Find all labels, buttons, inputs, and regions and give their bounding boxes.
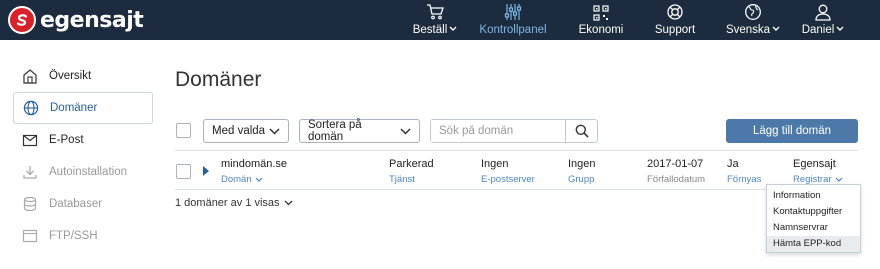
envelope-icon	[22, 134, 38, 147]
sidebar-item-oversikt[interactable]: Översikt	[13, 60, 153, 92]
menu-item-hamta-epp-kod[interactable]: Hämta EPP-kod	[767, 236, 860, 252]
domain-cell: mindomän.se Domän	[221, 158, 287, 185]
download-icon	[23, 166, 37, 179]
email-server-value: Ingen	[481, 158, 509, 170]
nav-ekonomi[interactable]: Ekonomi	[578, 0, 624, 40]
sidebar-item-label: E-Post	[49, 134, 84, 146]
sort-select[interactable]: Sortera på domän	[299, 119, 420, 143]
sidebar-item-label: Översikt	[49, 70, 92, 82]
sidebar-item-autoinstallation[interactable]: Autoinstallation	[13, 156, 153, 188]
nav-kontrollpanel[interactable]: Kontrollpanel	[478, 0, 548, 40]
result-count-label: 1 domäner av 1 visas	[175, 197, 280, 209]
lifebuoy-icon	[667, 4, 683, 20]
registrar-cell: Egensajt Registrar	[793, 158, 843, 185]
select-all-checkbox[interactable]	[176, 123, 191, 138]
logo-mark-icon	[8, 6, 36, 34]
sidebar-item-ftp-ssh[interactable]: FTP/SSH	[13, 220, 153, 252]
menu-item-kontaktuppgifter[interactable]: Kontaktuppgifter	[767, 204, 860, 220]
renew-link[interactable]: Förnyas	[727, 174, 761, 185]
domain-name[interactable]: mindomän.se	[221, 158, 287, 170]
service-cell: Parkerad Tjänst	[389, 158, 434, 185]
group-value: Ingen	[568, 158, 596, 170]
nav-label: Beställ	[412, 24, 448, 36]
nav-label: Ekonomi	[578, 24, 624, 36]
chevron-down-icon	[449, 26, 457, 31]
nav-support[interactable]: Support	[652, 0, 698, 40]
search-icon	[575, 124, 589, 138]
expiry-cell: 2017-01-07 Förfallodatum	[647, 158, 705, 185]
service-link[interactable]: Tjänst	[389, 174, 434, 185]
divider	[175, 189, 858, 190]
chevron-down-icon	[269, 127, 280, 135]
menu-item-namnservrar[interactable]: Namnservrar	[767, 220, 860, 236]
brand-logo[interactable]: egensajt	[8, 5, 144, 35]
nav-label: Kontrollpanel	[479, 24, 547, 36]
globe-icon	[23, 100, 39, 116]
email-server-cell: Ingen E-postserver	[481, 158, 535, 185]
divider	[175, 150, 858, 151]
terminal-icon	[22, 229, 38, 243]
bulk-action-select[interactable]: Med valda	[203, 119, 289, 143]
expiry-value: 2017-01-07	[647, 158, 704, 170]
nav-label: Svenska	[725, 24, 771, 36]
sidebar-item-epost[interactable]: E-Post	[13, 124, 153, 156]
chevron-down-icon	[835, 177, 842, 182]
nav-user-menu[interactable]: Daniel	[800, 0, 846, 40]
sidebar-item-databaser[interactable]: Databaser	[13, 188, 153, 220]
result-count[interactable]: 1 domäner av 1 visas	[175, 197, 293, 209]
group-link[interactable]: Grupp	[568, 174, 596, 185]
renew-cell: Ja Förnyas	[727, 158, 761, 185]
add-domain-button[interactable]: Lägg till domän	[726, 119, 858, 143]
sidebar: Översikt Domäner E-Post Autoinstallation…	[13, 60, 153, 252]
search-button[interactable]	[565, 120, 597, 142]
bulk-action-label: Med valda	[212, 125, 266, 137]
menu-item-information[interactable]: Information	[767, 188, 860, 204]
chevron-down-icon	[255, 177, 263, 182]
qr-icon	[593, 5, 609, 21]
nav-language[interactable]: Svenska	[725, 0, 780, 40]
top-navigation-bar: egensajt Beställ Kontrollpanel Ekonomi S…	[0, 0, 880, 40]
row-checkbox[interactable]	[176, 164, 191, 179]
registrar-dropdown-menu: Information Kontaktuppgifter Namnservrar…	[766, 184, 861, 253]
search-input[interactable]	[431, 120, 565, 142]
database-icon	[23, 196, 37, 212]
nav-bestall[interactable]: Beställ	[412, 0, 458, 40]
cart-icon	[427, 4, 444, 20]
renew-value: Ja	[727, 158, 739, 170]
chevron-down-icon	[400, 127, 411, 135]
search-box	[430, 119, 598, 143]
user-icon	[815, 4, 831, 21]
domain-menu-link[interactable]: Domän	[221, 174, 287, 185]
sidebar-item-label: Databaser	[49, 198, 103, 210]
sidebar-item-domaner[interactable]: Domäner	[13, 92, 153, 124]
nav-label: Daniel	[801, 24, 835, 36]
page-title: Domäner	[175, 68, 262, 91]
chevron-down-icon	[284, 200, 293, 206]
domain-link-label: Domän	[221, 174, 252, 185]
sidebar-item-label: Autoinstallation	[49, 166, 127, 178]
globe-icon	[745, 4, 761, 20]
brand-name: egensajt	[40, 7, 144, 33]
expand-row-arrow-icon[interactable]	[203, 166, 209, 176]
sidebar-item-label: Domäner	[50, 102, 98, 114]
expiry-label: Förfallodatum	[647, 174, 706, 185]
nav-label: Support	[654, 24, 696, 36]
registrar-value: Egensajt	[793, 158, 836, 170]
chevron-down-icon	[772, 26, 780, 31]
service-value: Parkerad	[389, 158, 434, 170]
sort-label: Sortera på domän	[308, 119, 362, 143]
email-server-link[interactable]: E-postserver	[481, 174, 535, 185]
group-cell: Ingen Grupp	[568, 158, 596, 185]
chevron-down-icon	[836, 26, 844, 31]
sliders-icon	[504, 4, 522, 20]
home-icon	[23, 69, 37, 84]
sidebar-item-label: FTP/SSH	[49, 230, 98, 242]
